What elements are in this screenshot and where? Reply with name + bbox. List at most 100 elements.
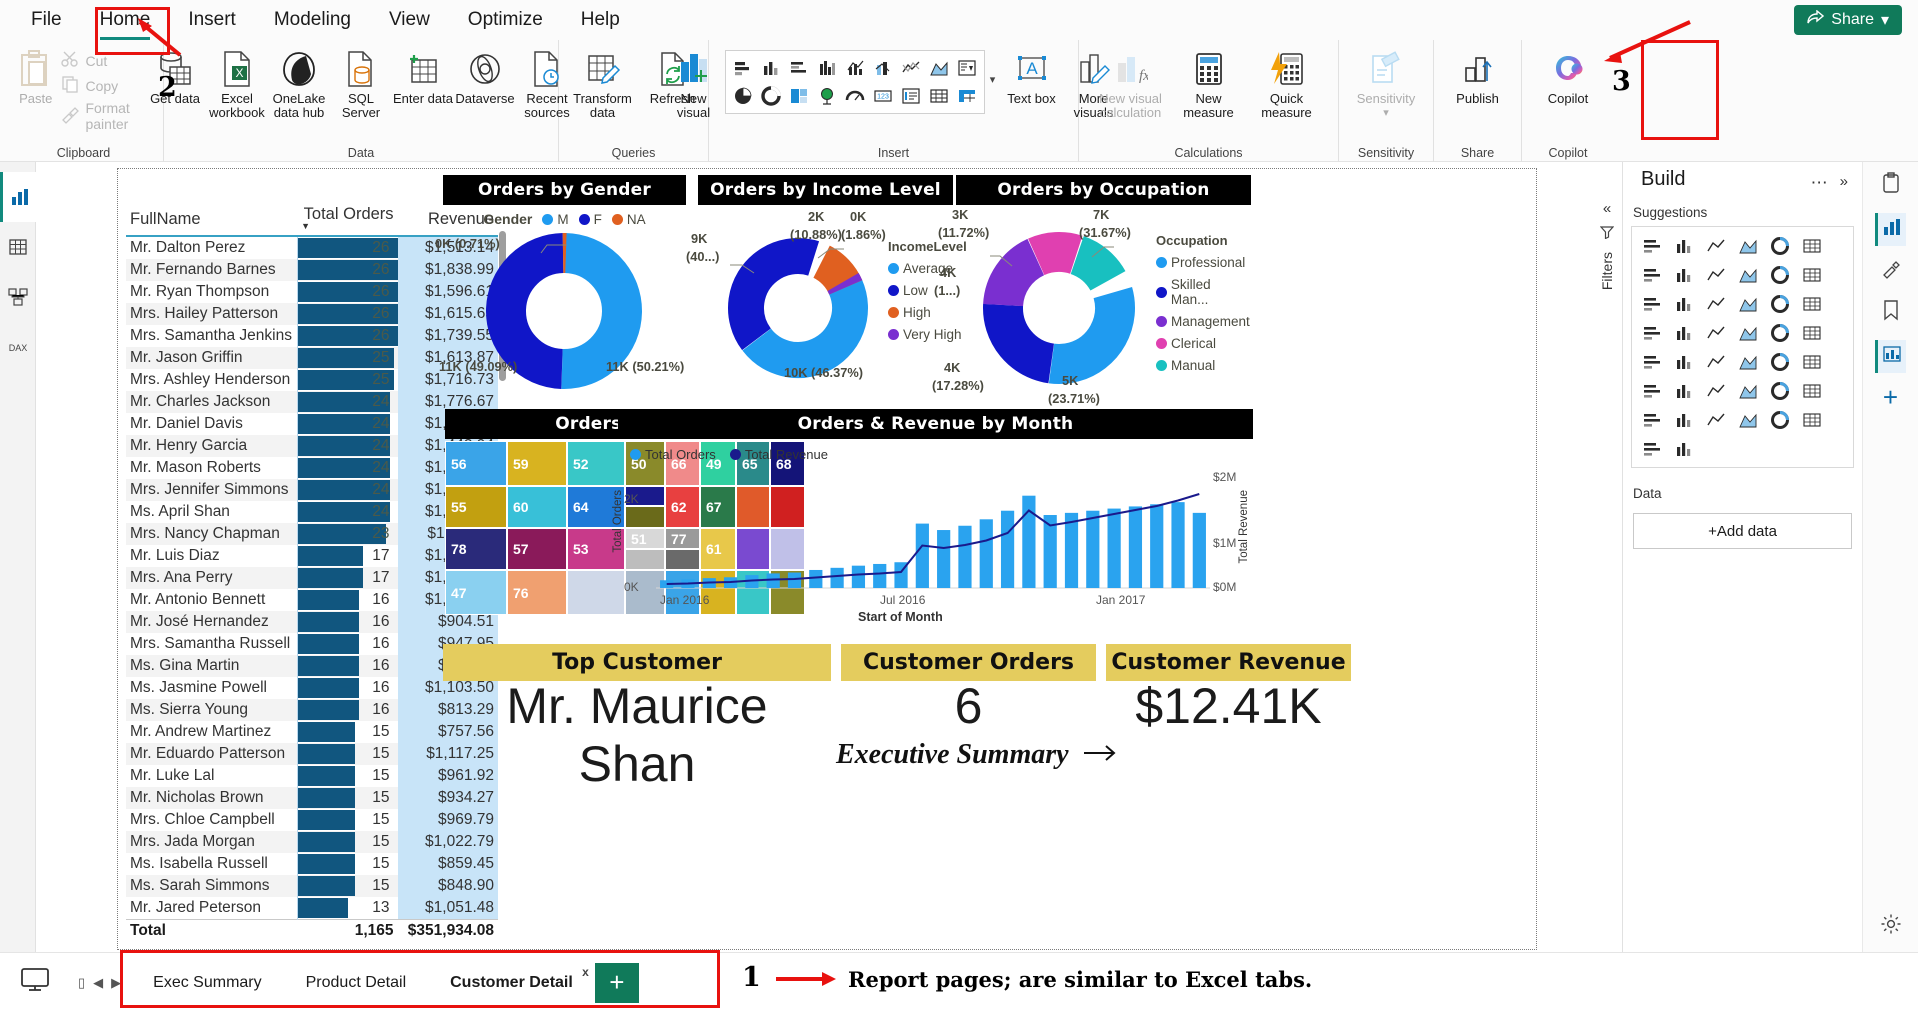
orders-by-income-level-card[interactable]: Orders by Income Level 2K (10.88%) 9K (4… [686,175,967,403]
quick-measure-button[interactable]: Quick measure [1248,44,1326,120]
bar[interactable] [1000,510,1015,588]
legend-item-manual[interactable]: Manual [1156,358,1251,373]
suggestion-combo-icon[interactable] [1669,261,1699,288]
suggestion-matrix-icon[interactable] [1701,290,1731,317]
excel-workbook-button[interactable]: X Excel workbook [206,44,268,120]
bar[interactable] [1171,502,1185,588]
bar[interactable] [809,569,823,588]
tab-nav-prev-icon[interactable]: ◀ [93,975,103,991]
dax-query-view-button[interactable]: DAX [0,322,36,372]
share-button[interactable]: Share ▾ [1794,5,1902,35]
suggestion-ribbon-icon[interactable] [1765,261,1795,288]
collapse-pane-icon[interactable]: « [1603,200,1611,217]
map-icon[interactable] [814,83,840,109]
customer-revenue-card[interactable]: Customer Revenue [1106,644,1351,681]
legend-item-total-revenue[interactable]: Total Revenue [729,447,828,462]
suggestion-key-influencers-icon[interactable] [1733,377,1763,404]
table-row[interactable]: Mrs. Chloe Campbell 15 $969.79 [126,809,498,831]
suggestion-number-card-icon[interactable] [1637,348,1667,375]
menu-item-optimize[interactable]: Optimize [451,2,560,38]
page-view-icon[interactable] [0,967,68,998]
suggestion-multi-row-card-icon[interactable] [1669,348,1699,375]
onelake-data-hub-button[interactable]: OneLake data hub [268,44,330,120]
format-painter-button[interactable]: Format painter [61,100,157,132]
suggestion-r-script-icon[interactable] [1637,377,1667,404]
menu-item-modeling[interactable]: Modeling [257,2,368,38]
menu-item-file[interactable]: File [14,2,79,38]
suggestion-funnel-icon[interactable] [1701,261,1731,288]
suggestion-decomposition-icon[interactable] [1733,348,1763,375]
bar[interactable] [830,567,844,588]
treemap-tile[interactable]: 57 [507,528,567,570]
bar[interactable] [1128,506,1143,588]
text-box-button[interactable]: A Text box [1001,44,1063,106]
model-view-button[interactable] [0,272,36,322]
legend-item-very-high[interactable]: Very High [888,327,967,342]
clustered-column-chart-icon[interactable] [814,55,840,81]
suggestion-python-script-icon[interactable] [1669,377,1699,404]
menu-item-help[interactable]: Help [564,2,637,38]
suggestion-table-icon[interactable] [1669,290,1699,317]
new-visual-calculation-button[interactable]: fx New visual calculation [1092,44,1170,120]
treemap-icon[interactable] [786,83,812,109]
suggestions-gallery[interactable] [1631,226,1854,468]
bar[interactable] [937,530,951,588]
suggestion-donut-icon[interactable] [1765,290,1795,317]
legend-item-management[interactable]: Management [1156,314,1251,329]
suggestion-clustered-icon[interactable] [1797,261,1827,288]
suggestion-more-icon[interactable] [1669,435,1699,462]
bar[interactable] [851,565,866,588]
legend-item-skilled-manual[interactable]: Skilled Man... [1156,277,1251,307]
legend-item-f[interactable]: F [578,212,602,227]
gallery-expand-button[interactable]: ▾ [985,50,1001,108]
suggestion-card-icon[interactable] [1637,319,1667,346]
treemap-tile[interactable]: 60 [507,486,567,528]
suggestion-filled-map-icon[interactable] [1765,319,1795,346]
table-row[interactable]: Mrs. Jennifer Simmons24$1,464.79 [126,479,498,501]
suggestion-table2-icon[interactable] [1765,348,1795,375]
multi-row-card-icon[interactable] [898,83,924,109]
suggestion-scorecard-icon[interactable] [1765,406,1795,433]
publish-button[interactable]: Publish [1447,44,1509,106]
add-pane-icon[interactable]: + [1883,384,1898,410]
gauge-chart-icon[interactable] [842,83,868,109]
suggestion-globe-icon[interactable] [1669,319,1699,346]
visual-gallery[interactable]: 123 [724,50,985,114]
filter-icon[interactable] [1599,225,1615,244]
suggestion-stacked-column-icon[interactable] [1733,232,1763,259]
filters-label[interactable]: Filters [1599,252,1615,290]
suggestion-azure-map-icon[interactable] [1797,377,1827,404]
suggestion-arc-icon[interactable] [1797,319,1827,346]
treemap-tile[interactable]: 78 [445,528,507,570]
new-visual-button[interactable]: New visual [663,44,725,120]
suggestion-map-icon[interactable] [1637,290,1667,317]
bar[interactable] [979,519,993,588]
orders-revenue-by-month-card[interactable]: Orders & Revenue by Month Total Orders T… [612,409,1253,627]
suggestion-column-icon[interactable] [1669,232,1699,259]
combo-chart-plot[interactable] [618,462,1253,612]
table-view-button[interactable] [0,222,36,272]
legend-item-na[interactable]: NA [611,212,646,227]
suggestion-bar-icon[interactable] [1637,232,1667,259]
table-row[interactable]: Ms. April Shan24$1,424.45 [126,501,498,523]
treemap-tile[interactable]: 47 [445,570,507,615]
table-row[interactable]: Mr. Mason Roberts24$1,526.02 [126,457,498,479]
legend-item-m[interactable]: M [542,212,569,227]
visualizations-pane-icon[interactable] [1875,213,1906,246]
bar[interactable] [1150,504,1164,588]
table-row[interactable]: Mr. José Hernandez 16 $904.51 [126,611,498,633]
bar[interactable] [958,525,972,588]
table-row[interactable]: Ms. Isabella Russell 15 $859.45 [126,853,498,875]
suggestion-scatter-icon[interactable] [1733,261,1763,288]
suggestion-q-and-a-icon[interactable] [1765,377,1795,404]
line-chart-icon[interactable] [898,55,924,81]
suggestion-line-icon[interactable] [1765,232,1795,259]
new-measure-button[interactable]: New measure [1170,44,1248,120]
table-row[interactable]: Mr. Antonio Bennett16$1,001.38 [126,589,498,611]
menu-item-insert[interactable]: Insert [171,2,253,38]
stacked-bar-chart-icon[interactable] [730,55,756,81]
suggestion-smart-narrative-icon[interactable] [1701,377,1731,404]
donut-chart-icon[interactable] [758,83,784,109]
ribbon-chart-icon[interactable] [954,55,980,81]
table-row[interactable]: Mr. Jared Peterson 13 $1,051.48 [126,897,498,920]
